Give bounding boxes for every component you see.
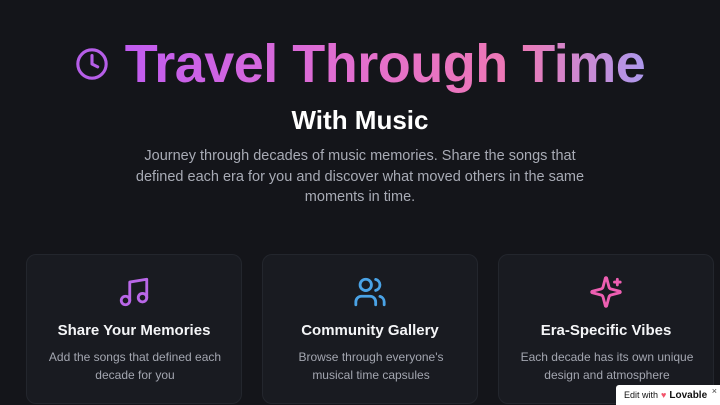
hero-description: Journey through decades of music memorie… xyxy=(135,148,585,205)
feature-card-community-gallery: Community Gallery Browse through everyon… xyxy=(262,254,478,404)
edit-with-lovable-badge[interactable]: Edit with ♥ Lovable × xyxy=(616,385,720,405)
feature-card-share-memories: Share Your Memories Add the songs that d… xyxy=(26,254,242,404)
feature-description: Browse through everyone's musical time c… xyxy=(298,350,444,382)
badge-prefix: Edit with xyxy=(624,390,659,400)
clock-icon xyxy=(75,48,108,80)
feature-title: Community Gallery xyxy=(301,322,439,339)
page-subtitle: With Music xyxy=(291,105,429,135)
feature-description: Each decade has its own unique design an… xyxy=(520,350,694,382)
music-note-icon xyxy=(119,277,149,307)
close-icon[interactable]: × xyxy=(712,386,717,396)
feature-card-era-vibes: Era-Specific Vibes Each decade has its o… xyxy=(498,254,714,404)
feature-title: Share Your Memories xyxy=(57,322,211,339)
badge-brand: Lovable xyxy=(669,389,708,401)
feature-title: Era-Specific Vibes xyxy=(540,322,672,339)
feature-description: Add the songs that defined each decade f… xyxy=(48,350,222,382)
sparkles-icon xyxy=(590,276,622,308)
heart-icon: ♥ xyxy=(661,390,667,400)
page-title: Travel Through Time xyxy=(124,34,646,94)
hero-title: Travel Through Time xyxy=(0,34,720,94)
users-icon xyxy=(354,277,386,307)
